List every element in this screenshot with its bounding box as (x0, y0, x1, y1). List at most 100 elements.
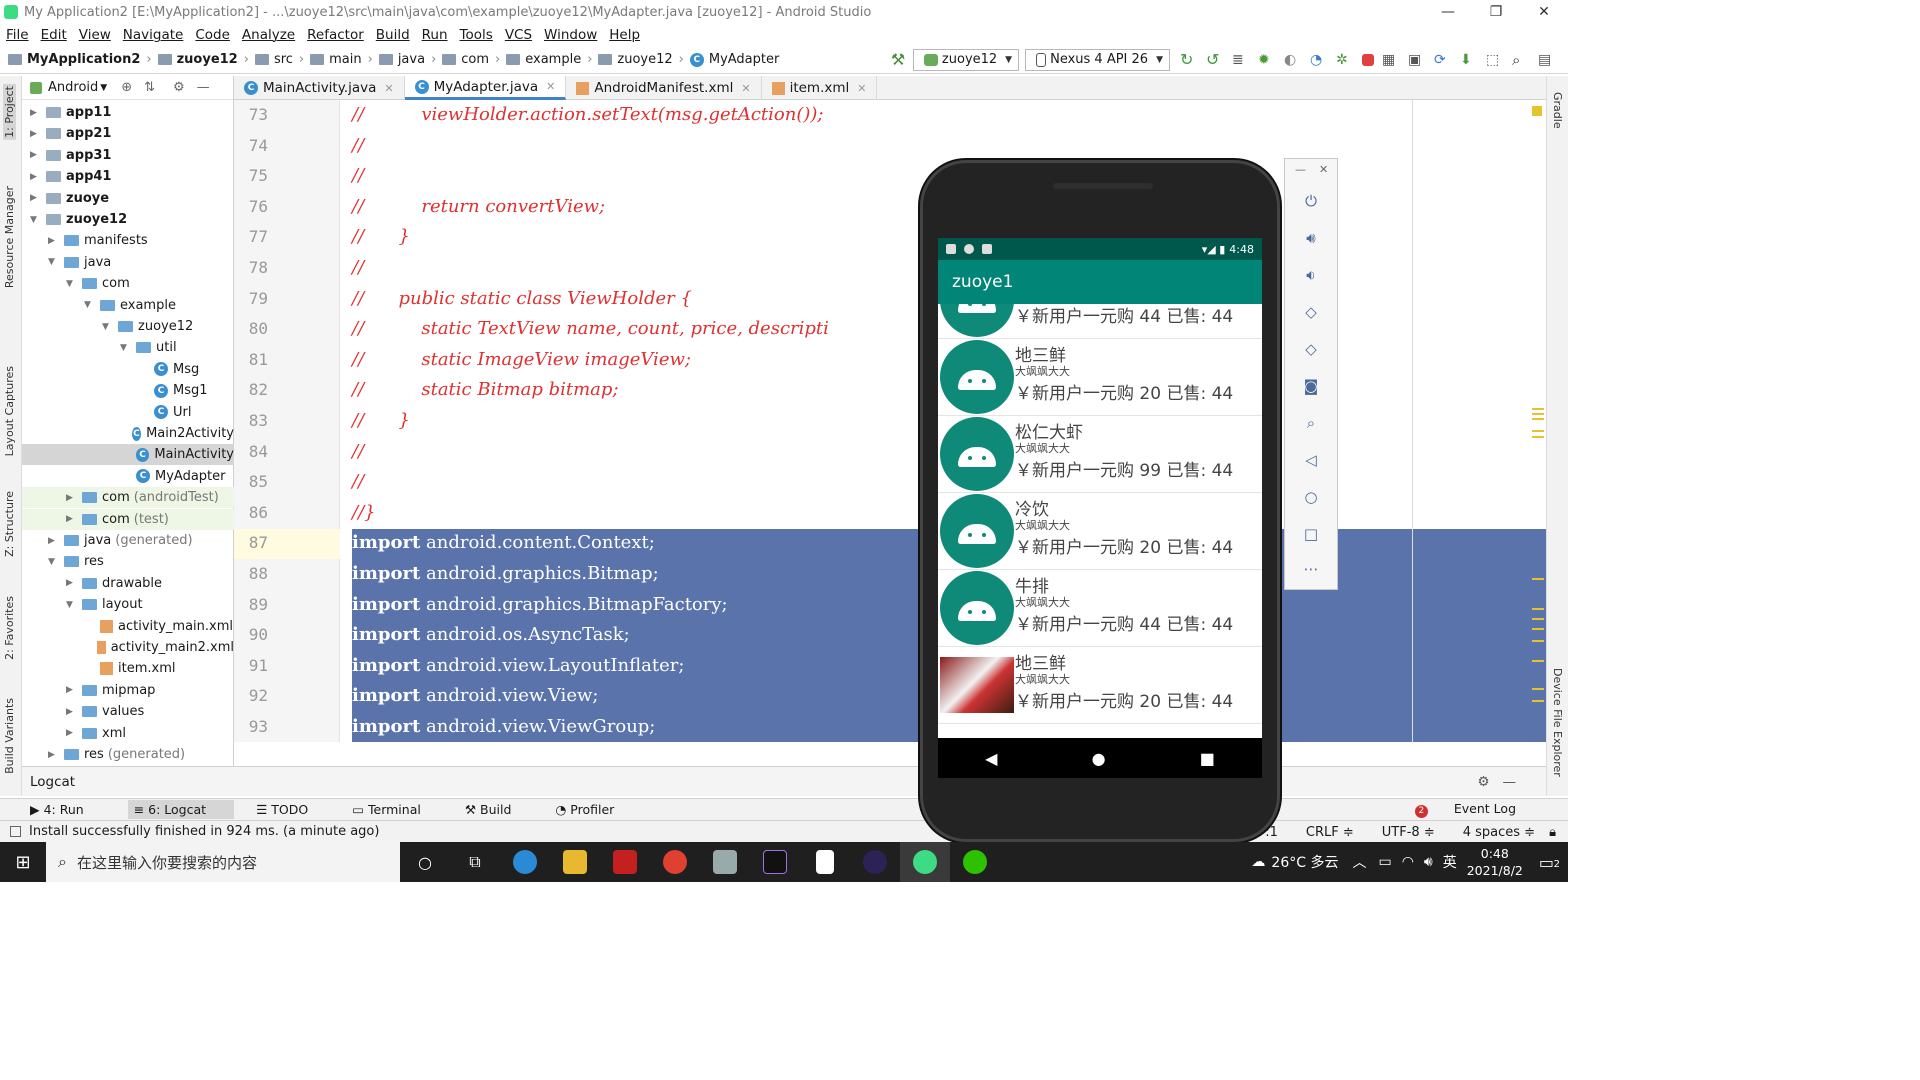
chevron-right-icon[interactable]: ▶ (48, 236, 60, 246)
breadcrumb-item[interactable]: src › (254, 52, 304, 67)
breadcrumb-item[interactable]: zuoye12 › (157, 52, 249, 67)
project-tree-item[interactable]: ▶ res (generated) (22, 744, 234, 765)
code-line[interactable]: // static Bitmap bitmap; (352, 375, 619, 405)
menu-item-edit[interactable]: Edit (41, 27, 67, 43)
project-tree-item[interactable]: ▼ zuoye12 (22, 209, 234, 230)
code-line[interactable]: // viewHolder.action.setText(msg.getActi… (352, 100, 823, 130)
menu-item-analyze[interactable]: Analyze (242, 27, 295, 43)
scrollbar-marker[interactable] (1532, 408, 1544, 410)
inspection-status-icon[interactable] (1532, 106, 1542, 116)
project-tree-item[interactable]: ▼ layout (22, 594, 234, 615)
project-tree-item[interactable]: ▶ app11 (22, 102, 234, 123)
structure-tool-button[interactable]: Z: Structure (3, 491, 16, 557)
list-item[interactable]: 松仁大虾 大飒飒大大 ￥新用户一元购 99 已售: 44 (938, 416, 1262, 493)
windows-start-icon[interactable]: ⊞ (0, 842, 46, 882)
breadcrumb-item[interactable]: main › (310, 52, 373, 67)
chevron-right-icon[interactable]: ▶ (66, 493, 78, 503)
chrome-icon[interactable] (650, 842, 700, 882)
zoom-icon[interactable]: ⌕ (1301, 413, 1321, 433)
notification-center-icon[interactable]: ▭ 2 (1539, 853, 1560, 872)
code-line[interactable]: // (352, 253, 364, 283)
code-line[interactable]: import android.view.View; (352, 681, 598, 711)
scrollbar-marker[interactable] (1532, 618, 1544, 620)
chevron-right-icon[interactable]: ▶ (48, 536, 60, 546)
code-line[interactable]: // static ImageView imageView; (352, 345, 691, 375)
rotate-right-icon[interactable]: ◇ (1301, 339, 1321, 359)
file-encoding[interactable]: UTF-8 ≑ (1368, 825, 1435, 840)
chevron-right-icon[interactable]: ▶ (30, 172, 42, 182)
project-tree-item[interactable]: activity_main2.xml (22, 637, 234, 658)
collapse-icon[interactable]: ⇅ (144, 80, 155, 95)
project-tree-item[interactable]: ▶ java (generated) (22, 530, 234, 551)
list-item[interactable]: 地三鲜 大飒飒大大 ￥新用户一元购 20 已售: 44 (938, 339, 1262, 416)
project-tree-item[interactable]: ▶ zuoye (22, 188, 234, 209)
chevron-right-icon[interactable]: ▶ (30, 193, 42, 203)
project-tool-button[interactable]: 1: Project (3, 84, 16, 140)
scrollbar-marker[interactable] (1532, 640, 1544, 642)
code-line[interactable]: import android.content.Context; (352, 528, 655, 558)
resource-manager-tool-button[interactable]: Resource Manager (3, 186, 16, 288)
code-line[interactable]: // } (352, 222, 410, 252)
list-item[interactable]: 大飒飒大大￥新用户一元购 44 已售: 44 (938, 304, 1262, 339)
project-tree-item[interactable]: ▼ com (22, 273, 234, 294)
device-file-explorer-tool-button[interactable]: Device File Explorer (1551, 668, 1564, 777)
chevron-down-icon[interactable]: ▼ (48, 257, 60, 267)
project-tree-item[interactable]: ▶ mipmap (22, 680, 234, 701)
nav-recents-icon[interactable]: ■ (1200, 749, 1215, 768)
android-studio-taskbar-icon[interactable] (900, 842, 950, 882)
chevron-right-icon[interactable]: ▶ (66, 728, 78, 738)
list-icon[interactable]: ≣ (1232, 51, 1250, 69)
list-item[interactable]: 冷饮 大飒飒大大 ￥新用户一元购 20 已售: 44 (938, 493, 1262, 570)
menu-item-file[interactable]: File (6, 27, 29, 43)
network-icon[interactable]: ◠ (1402, 854, 1414, 870)
nav-back-icon[interactable]: ◀ (985, 749, 997, 768)
chevron-down-icon[interactable]: ▼ (48, 557, 60, 567)
coverage-icon[interactable]: ◐ (1284, 51, 1302, 69)
code-line[interactable]: // (352, 131, 364, 161)
chevron-right-icon[interactable]: ▶ (48, 750, 60, 760)
code-line[interactable]: // (352, 467, 364, 497)
indent-setting[interactable]: 4 spaces ≑ (1449, 825, 1535, 840)
scrollbar-marker[interactable] (1532, 608, 1544, 610)
document-icon[interactable] (800, 842, 850, 882)
menu-item-window[interactable]: Window (544, 27, 597, 43)
project-tree-item[interactable]: ▼ res (22, 551, 234, 572)
code-line[interactable]: import android.graphics.BitmapFactory; (352, 590, 728, 620)
code-line[interactable]: // (352, 161, 364, 191)
stop-icon[interactable] (1362, 53, 1374, 66)
back-icon[interactable]: ◁ (1301, 450, 1321, 470)
project-tree-item[interactable]: activity_main.xml (22, 616, 234, 637)
menu-item-code[interactable]: Code (195, 27, 230, 43)
breadcrumb-item[interactable]: MyApplication2 › (8, 52, 152, 67)
file-explorer-icon[interactable] (550, 842, 600, 882)
camera-icon[interactable]: ◙ (1301, 376, 1321, 396)
gear-icon[interactable]: ⚙ (173, 80, 185, 95)
editor-tab[interactable]: C MainActivity.java ✕ (234, 76, 405, 100)
close-button[interactable]: ✕ (1520, 0, 1568, 24)
scrollbar-marker[interactable] (1532, 628, 1544, 630)
menu-item-vcs[interactable]: VCS (505, 27, 532, 43)
profiler-tab[interactable]: ◔ Profiler (555, 802, 636, 817)
scrollbar-marker[interactable] (1532, 436, 1544, 438)
close-tab-icon[interactable]: ✕ (741, 82, 750, 95)
taskbar-clock[interactable]: 0:48 2021/8/2 (1467, 845, 1523, 879)
hammer-icon[interactable]: ⚒ (891, 50, 909, 69)
app-icon[interactable] (600, 842, 650, 882)
chevron-right-icon[interactable]: ▶ (66, 514, 78, 524)
code-line[interactable]: // (352, 437, 364, 467)
product-list[interactable]: 大飒飒大大￥新用户一元购 44 已售: 44地三鲜大飒飒大大￥新用户一元购 20… (938, 304, 1262, 738)
scrollbar-marker[interactable] (1532, 430, 1544, 432)
chevron-down-icon[interactable]: ▼ (102, 322, 114, 332)
chevron-right-icon[interactable]: ▶ (30, 150, 42, 160)
profiler-icon[interactable]: ◔ (1310, 51, 1328, 69)
project-tree-item[interactable]: ▼ java (22, 252, 234, 273)
code-line[interactable]: // return convertView; (352, 192, 605, 222)
project-tree-item[interactable]: ▶ com (androidTest) (22, 487, 234, 509)
overview-icon[interactable]: □ (1301, 524, 1321, 544)
todo-tab[interactable]: ☰ TODO (256, 802, 330, 817)
chevron-down-icon[interactable]: ▼ (84, 300, 96, 310)
run-tab[interactable]: ▶ 4: Run (30, 802, 106, 817)
nav-home-icon[interactable]: ● (1092, 749, 1106, 768)
close-tab-icon[interactable]: ✕ (857, 82, 866, 95)
chevron-right-icon[interactable]: ▶ (66, 685, 78, 695)
